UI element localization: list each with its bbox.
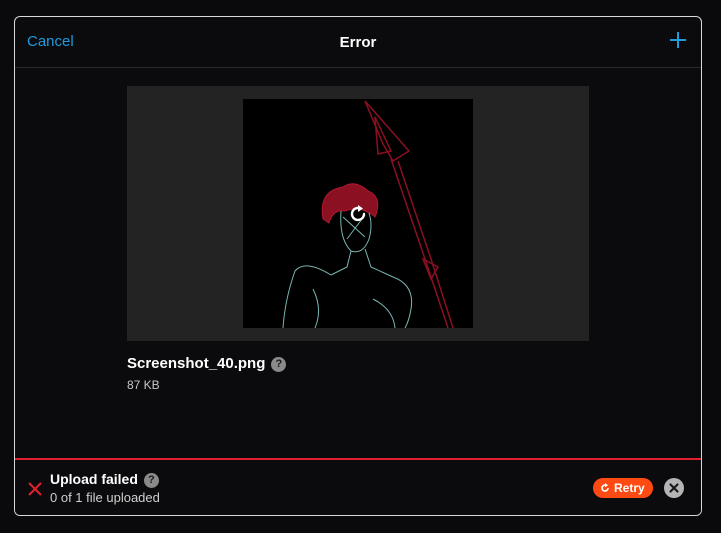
status-help-icon[interactable]: ? (143, 473, 159, 488)
file-preview (127, 86, 589, 341)
retry-label: Retry (614, 481, 645, 495)
file-name-row: Screenshot_40.png? (127, 355, 287, 372)
modal-header: Cancel Error (15, 17, 701, 68)
retry-icon[interactable] (347, 203, 369, 225)
status-title-row: Upload failed? (50, 471, 159, 488)
status-bar: Upload failed? 0 of 1 file uploaded Retr… (15, 458, 701, 515)
file-name: Screenshot_40.png (127, 355, 266, 372)
status-subtitle: 0 of 1 file uploaded (50, 490, 160, 505)
plus-icon[interactable] (669, 31, 687, 49)
file-thumbnail (243, 99, 473, 328)
modal-title: Error (339, 34, 377, 51)
upload-modal: Cancel Error Screenshot_40.png ? 87 KB U… (14, 16, 702, 516)
retry-small-icon (601, 483, 609, 492)
error-x-icon (28, 482, 42, 496)
close-icon[interactable] (664, 478, 684, 498)
status-title: Upload failed (50, 471, 138, 487)
help-icon[interactable]: ? (271, 357, 287, 372)
file-size: 87 KB (127, 378, 160, 392)
retry-button[interactable]: Retry (593, 478, 653, 498)
